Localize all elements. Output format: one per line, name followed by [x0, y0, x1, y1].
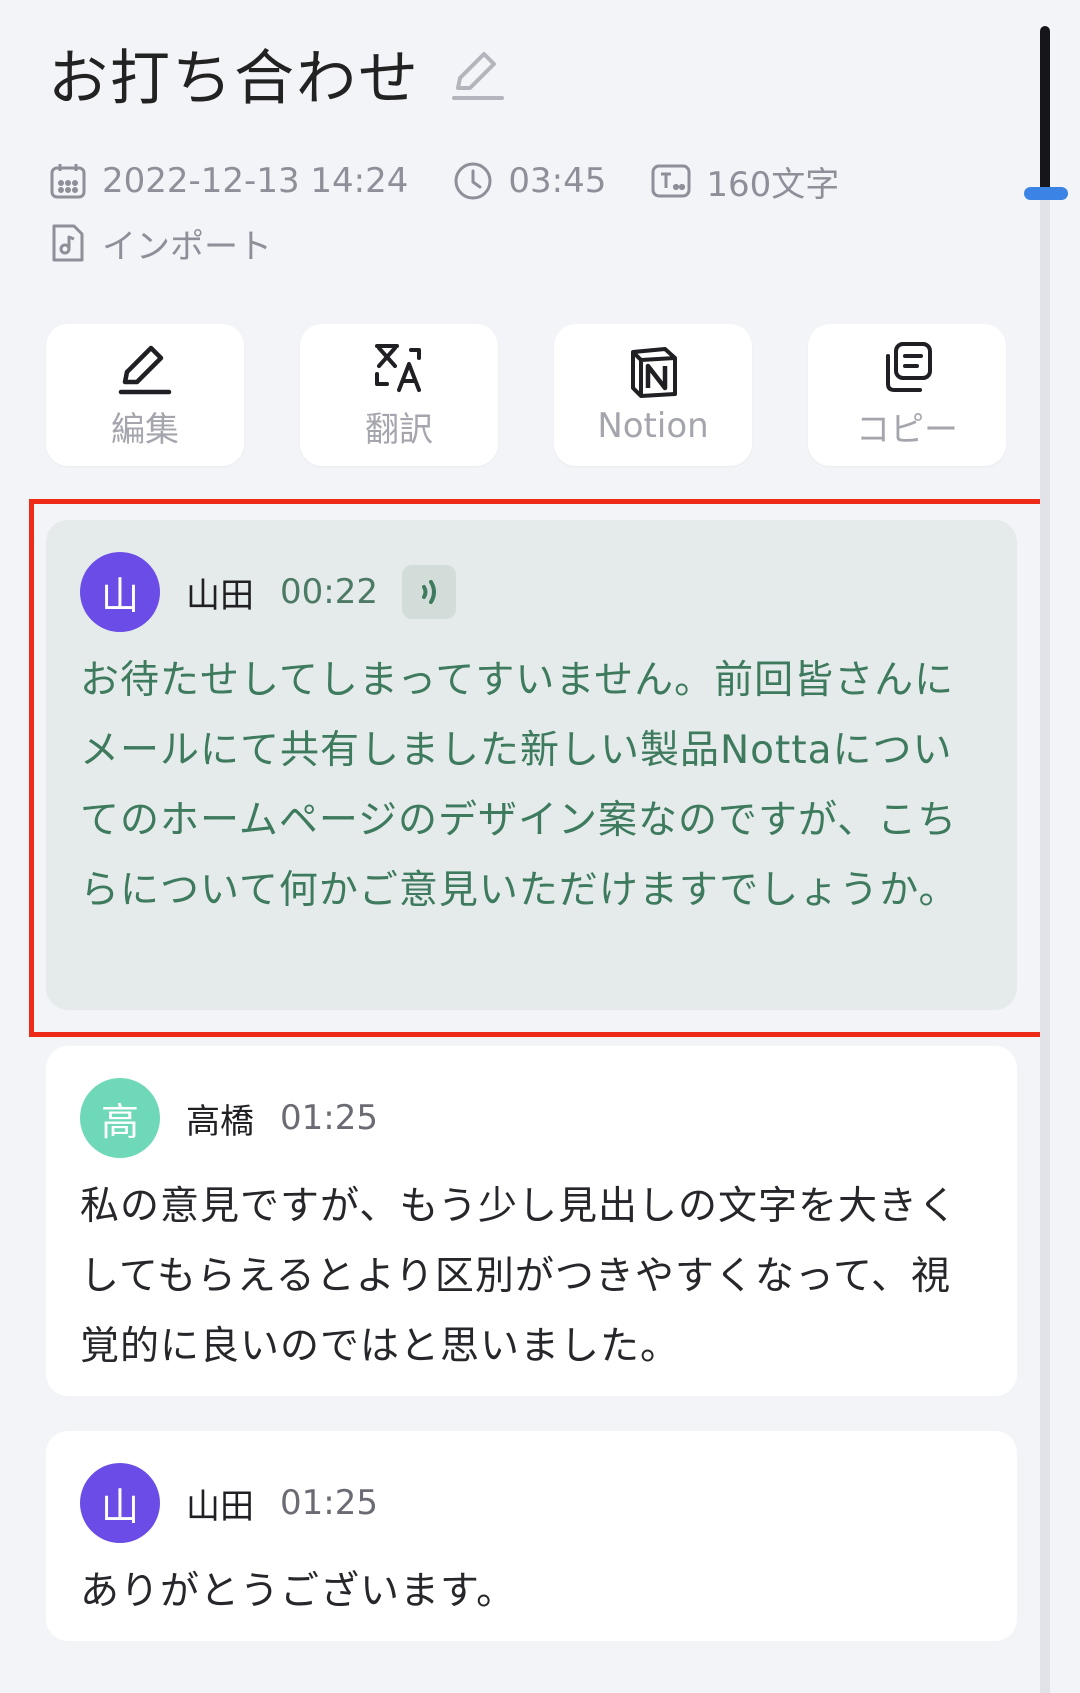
transcript-segment-active[interactable]: 山 山田 00:22 お待たせしてしまってすいません。前回皆さんにメールにて共有…: [46, 520, 1017, 1010]
meta-char-count: 160文字: [650, 157, 839, 206]
copy-label: コピー: [856, 409, 958, 450]
calendar-icon: [50, 164, 86, 199]
meta-source: インポート: [48, 219, 272, 268]
segment-timestamp[interactable]: 00:22: [280, 572, 378, 612]
avatar: 山: [80, 552, 160, 632]
text-count-icon: [651, 164, 691, 198]
transcript-segment[interactable]: 山 山田 01:25 ありがとうございます。: [46, 1431, 1017, 1641]
segment-text: ありがとうございます。: [80, 1569, 517, 1614]
meta-char-count-text: 160文字: [706, 164, 840, 205]
pencil-icon[interactable]: [450, 46, 506, 102]
action-toolbar: 編集 翻訳 Notion コピー: [46, 324, 1006, 466]
edit-button[interactable]: 編集: [46, 324, 244, 466]
audio-file-icon: [52, 224, 84, 262]
meta-info: 2022-12-13 14:24 03:45 160文字 インポート: [48, 150, 930, 274]
segment-timestamp[interactable]: 01:25: [280, 1098, 378, 1138]
notion-icon: [631, 347, 677, 398]
avatar: 高: [80, 1078, 160, 1158]
meta-duration-text: 03:45: [508, 161, 607, 201]
copy-icon: [886, 341, 932, 392]
meta-date-text: 2022-12-13 14:24: [102, 161, 409, 201]
meta-duration: 03:45: [452, 160, 606, 202]
notion-button[interactable]: Notion: [554, 324, 752, 466]
segment-text: お待たせしてしまってすいません。前回皆さんにメールにて共有しました新しい製品No…: [80, 658, 959, 913]
copy-button[interactable]: コピー: [808, 324, 1006, 466]
notion-label: Notion: [597, 406, 709, 446]
page-title: お打ち合わせ: [48, 30, 506, 117]
speaker-name: 山田: [186, 575, 254, 616]
segment-timestamp[interactable]: 01:25: [280, 1483, 378, 1523]
translate-button[interactable]: 翻訳: [300, 324, 498, 466]
avatar: 山: [80, 1463, 160, 1543]
translate-label: 翻訳: [365, 409, 433, 450]
clock-icon: [454, 162, 492, 200]
meta-date: 2022-12-13 14:24: [48, 161, 408, 201]
scrollbar-track[interactable]: [1040, 170, 1050, 1693]
playing-indicator-icon: [401, 565, 456, 619]
scroll-position-marker[interactable]: [1024, 187, 1068, 200]
scrollbar-thumb[interactable]: [1040, 26, 1050, 196]
edit-label: 編集: [111, 409, 179, 450]
title-text: お打ち合わせ: [48, 44, 420, 114]
meta-source-text: インポート: [102, 226, 272, 267]
speaker-name: 高橋: [186, 1101, 254, 1142]
translate-icon: [375, 343, 421, 392]
speaker-name: 山田: [186, 1486, 254, 1527]
transcript-segment[interactable]: 高 高橋 01:25 私の意見ですが、もう少し見出しの文字を大きくしてもらえると…: [46, 1046, 1017, 1396]
segment-text: 私の意見ですが、もう少し見出しの文字を大きくしてもらえるとより区別がつきやすくな…: [80, 1184, 959, 1369]
pencil-icon: [118, 345, 172, 394]
